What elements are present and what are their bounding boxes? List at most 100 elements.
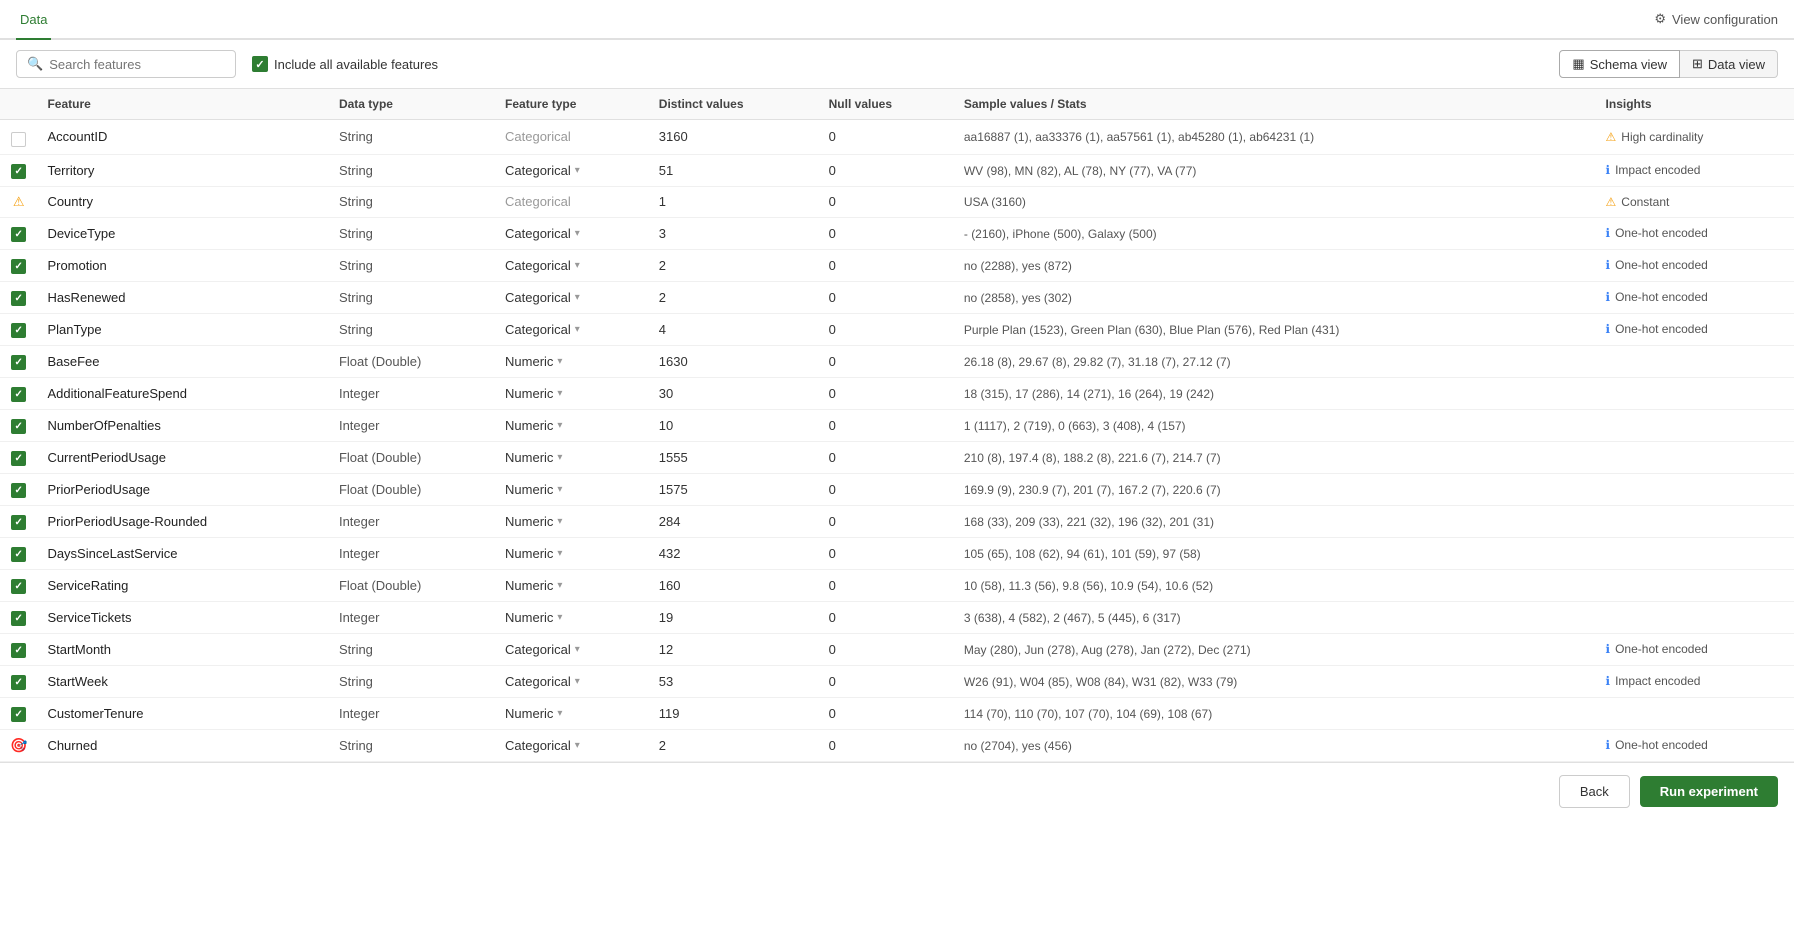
checkbox-cell[interactable]	[0, 345, 37, 377]
data-type-value: String	[339, 226, 373, 241]
checkbox-cell[interactable]	[0, 249, 37, 281]
chevron-down-icon[interactable]: ▾	[557, 516, 562, 527]
data-type-cell: String	[329, 313, 495, 345]
data-type-value: Integer	[339, 386, 379, 401]
sample-value: aa16887 (1), aa33376 (1), aa57561 (1), a…	[964, 130, 1314, 144]
view-configuration-button[interactable]: ⚙ View configuration	[1654, 11, 1778, 27]
feature-type-cell: Numeric▾	[495, 601, 649, 633]
checkbox-cell[interactable]: 🎯	[0, 729, 37, 761]
checkbox-cell[interactable]	[0, 569, 37, 601]
distinct-value: 2	[659, 290, 666, 305]
run-experiment-button[interactable]: Run experiment	[1640, 776, 1778, 807]
row-checkbox[interactable]	[11, 515, 26, 530]
include-all-checkbox[interactable]	[252, 56, 268, 72]
row-checkbox[interactable]	[11, 164, 26, 179]
chevron-down-icon[interactable]: ▾	[557, 580, 562, 591]
row-checkbox[interactable]	[11, 675, 26, 690]
row-checkbox[interactable]	[11, 419, 26, 434]
schema-icon: ▦	[1572, 56, 1584, 72]
checkbox-cell[interactable]	[0, 665, 37, 697]
checkbox-cell[interactable]	[0, 409, 37, 441]
row-checkbox[interactable]	[11, 451, 26, 466]
data-view-button[interactable]: ⊞ Data view	[1680, 50, 1778, 78]
data-type-cell: String	[329, 665, 495, 697]
row-checkbox[interactable]	[11, 579, 26, 594]
chevron-down-icon[interactable]: ▾	[575, 644, 580, 655]
distinct-values-cell: 3	[649, 217, 819, 249]
chevron-down-icon[interactable]: ▾	[575, 740, 580, 751]
null-values-cell: 0	[819, 120, 954, 155]
checkbox-cell[interactable]	[0, 120, 37, 155]
chevron-down-icon[interactable]: ▾	[557, 420, 562, 431]
null-value: 0	[829, 706, 836, 721]
row-checkbox[interactable]	[11, 387, 26, 402]
row-checkbox[interactable]	[11, 259, 26, 274]
feature-type-cell: Numeric▾	[495, 441, 649, 473]
checkbox-cell[interactable]	[0, 473, 37, 505]
null-values-cell: 0	[819, 441, 954, 473]
chevron-down-icon[interactable]: ▾	[557, 708, 562, 719]
row-checkbox[interactable]	[11, 227, 26, 242]
null-value: 0	[829, 354, 836, 369]
feature-name-cell: HasRenewed	[37, 281, 329, 313]
insight-badge: ℹImpact encoded	[1606, 163, 1784, 177]
null-values-cell: 0	[819, 186, 954, 217]
null-values-cell: 0	[819, 154, 954, 186]
insight-cell	[1596, 697, 1794, 729]
distinct-values-cell: 1555	[649, 441, 819, 473]
chevron-down-icon[interactable]: ▾	[557, 548, 562, 559]
chevron-down-icon[interactable]: ▾	[575, 292, 580, 303]
checkbox-cell[interactable]	[0, 441, 37, 473]
checkbox-cell[interactable]	[0, 377, 37, 409]
feature-name: NumberOfPenalties	[47, 418, 160, 433]
chevron-down-icon[interactable]: ▾	[557, 484, 562, 495]
chevron-down-icon[interactable]: ▾	[557, 388, 562, 399]
checkbox-cell[interactable]	[0, 281, 37, 313]
row-checkbox[interactable]	[11, 547, 26, 562]
chevron-down-icon[interactable]: ▾	[575, 228, 580, 239]
checkbox-cell[interactable]	[0, 697, 37, 729]
row-checkbox[interactable]	[11, 291, 26, 306]
row-checkbox[interactable]	[11, 707, 26, 722]
row-checkbox[interactable]	[11, 643, 26, 658]
sample-value: no (2288), yes (872)	[964, 259, 1072, 273]
include-all-checkbox-label[interactable]: Include all available features	[252, 56, 438, 72]
insight-cell	[1596, 569, 1794, 601]
row-checkbox[interactable]	[11, 355, 26, 370]
col-header-insights: Insights	[1596, 89, 1794, 120]
chevron-down-icon[interactable]: ▾	[575, 165, 580, 176]
chevron-down-icon[interactable]: ▾	[575, 260, 580, 271]
sample-values-cell: May (280), Jun (278), Aug (278), Jan (27…	[954, 633, 1596, 665]
data-type-cell: Integer	[329, 537, 495, 569]
checkbox-cell[interactable]	[0, 505, 37, 537]
data-type-cell: Integer	[329, 697, 495, 729]
row-checkbox[interactable]	[11, 323, 26, 338]
null-values-cell: 0	[819, 665, 954, 697]
row-checkbox[interactable]	[11, 483, 26, 498]
row-checkbox[interactable]	[11, 611, 26, 626]
data-type-value: Integer	[339, 546, 379, 561]
chevron-down-icon[interactable]: ▾	[557, 356, 562, 367]
checkbox-cell[interactable]	[0, 633, 37, 665]
feature-name: AdditionalFeatureSpend	[47, 386, 187, 401]
search-input[interactable]	[49, 57, 225, 72]
chevron-down-icon[interactable]: ▾	[575, 676, 580, 687]
null-values-cell: 0	[819, 633, 954, 665]
null-values-cell: 0	[819, 249, 954, 281]
null-values-cell: 0	[819, 505, 954, 537]
checkbox-cell[interactable]	[0, 313, 37, 345]
chevron-down-icon[interactable]: ▾	[575, 324, 580, 335]
back-button[interactable]: Back	[1559, 775, 1630, 808]
feature-type-text: Numeric	[505, 578, 553, 593]
null-values-cell: 0	[819, 697, 954, 729]
tab-data[interactable]: Data	[16, 0, 51, 40]
checkbox-cell[interactable]	[0, 217, 37, 249]
checkbox-cell[interactable]: ⚠	[0, 186, 37, 217]
checkbox-cell[interactable]	[0, 537, 37, 569]
checkbox-cell[interactable]	[0, 154, 37, 186]
row-checkbox[interactable]	[11, 132, 26, 147]
schema-view-button[interactable]: ▦ Schema view	[1559, 50, 1680, 78]
checkbox-cell[interactable]	[0, 601, 37, 633]
chevron-down-icon[interactable]: ▾	[557, 452, 562, 463]
chevron-down-icon[interactable]: ▾	[557, 612, 562, 623]
